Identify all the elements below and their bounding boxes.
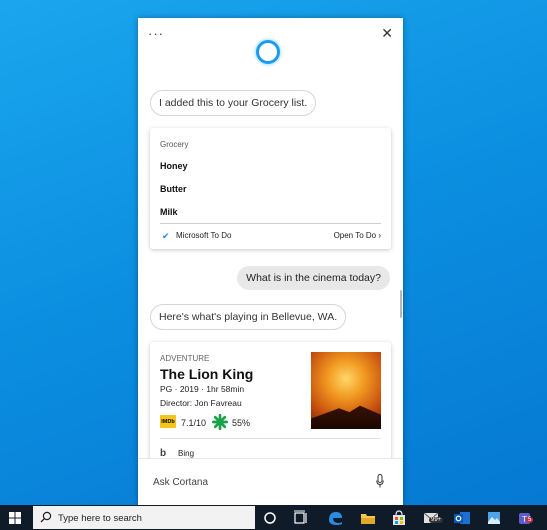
todo-check-icon: ✔ bbox=[162, 231, 170, 241]
outlook-icon[interactable] bbox=[453, 509, 471, 527]
ask-bar: Ask Cortana bbox=[138, 458, 403, 505]
cortana-ring-icon bbox=[256, 40, 280, 64]
mail-badge: 99+ bbox=[429, 517, 444, 523]
movie-poster[interactable] bbox=[311, 352, 381, 429]
rotten-tomatoes-score: 55% bbox=[232, 418, 251, 428]
edge-icon[interactable] bbox=[326, 509, 344, 527]
cortana-panel: ··· ✕ I added this to your Grocery list.… bbox=[138, 18, 403, 505]
microphone-icon[interactable] bbox=[376, 474, 384, 488]
more-options-icon[interactable]: ··· bbox=[148, 26, 164, 41]
ask-cortana-input[interactable]: Ask Cortana bbox=[153, 477, 208, 488]
taskbar-search-input[interactable]: Type here to search bbox=[58, 513, 142, 524]
photos-icon[interactable] bbox=[485, 509, 503, 527]
divider bbox=[160, 438, 381, 439]
grocery-card[interactable]: Grocery Honey Butter Milk ✔ Microsoft To… bbox=[150, 128, 391, 249]
movie-title[interactable]: The Lion King bbox=[160, 366, 253, 382]
imdb-icon: IMDb bbox=[160, 415, 176, 428]
task-view-icon[interactable] bbox=[292, 509, 310, 527]
movie-genre: ADVENTURE bbox=[160, 354, 210, 363]
rotten-tomatoes-splat-icon bbox=[211, 413, 229, 431]
search-icon bbox=[40, 511, 52, 523]
user-message: What is in the cinema today? bbox=[237, 266, 390, 290]
cortana-circle-icon[interactable] bbox=[261, 509, 279, 527]
cortana-message-cinema: Here's what's playing in Bellevue, WA. bbox=[150, 304, 347, 330]
bing-source-label: Bing bbox=[178, 449, 195, 458]
taskbar-search-box[interactable]: Type here to search bbox=[33, 506, 255, 529]
todo-source-label: Microsoft To Do bbox=[176, 231, 232, 240]
teams-icon[interactable]: T 5 bbox=[516, 509, 534, 527]
scrollbar[interactable] bbox=[400, 290, 402, 318]
grocery-item: Honey bbox=[160, 161, 188, 171]
mail-icon[interactable]: 99+ bbox=[423, 509, 445, 527]
movie-details: PG · 2019 · 1hr 58min bbox=[160, 384, 245, 394]
taskbar: Type here to search 99+ T 5 bbox=[0, 505, 547, 530]
grocery-item: Butter bbox=[160, 184, 187, 194]
grocery-list-title: Grocery bbox=[160, 140, 189, 149]
file-explorer-icon[interactable] bbox=[359, 509, 377, 527]
store-icon[interactable] bbox=[390, 509, 408, 527]
imdb-rating: 7.1/10 bbox=[181, 418, 207, 428]
windows-start-icon[interactable] bbox=[9, 512, 21, 524]
grocery-item: Milk bbox=[160, 207, 178, 217]
movie-director: Director: Jon Favreau bbox=[160, 398, 242, 408]
cortana-message-grocery: I added this to your Grocery list. bbox=[150, 90, 317, 116]
divider bbox=[160, 223, 381, 224]
open-todo-link[interactable]: Open To Do › bbox=[334, 231, 381, 240]
close-icon[interactable]: ✕ bbox=[381, 25, 393, 42]
movie-card[interactable]: ADVENTURE The Lion King PG · 2019 · 1hr … bbox=[150, 342, 391, 472]
